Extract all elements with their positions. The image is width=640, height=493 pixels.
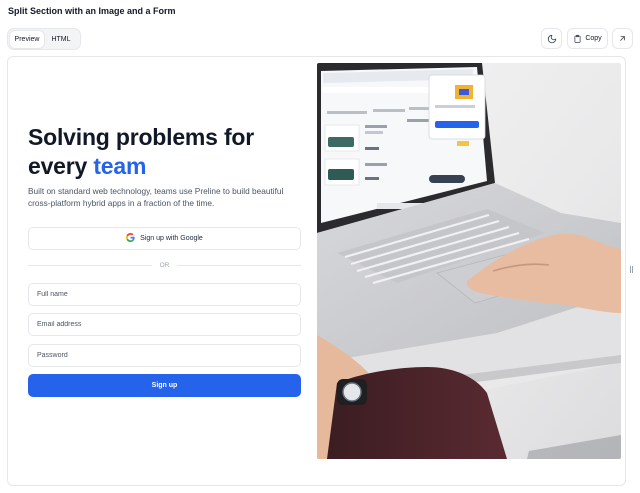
- clipboard-icon: [573, 34, 582, 44]
- tab-html[interactable]: HTML: [44, 31, 78, 48]
- divider-line-right: [177, 264, 301, 266]
- tab-preview[interactable]: Preview: [10, 30, 44, 48]
- copy-button[interactable]: Copy: [567, 28, 608, 49]
- arrow-up-right-icon: [618, 34, 627, 43]
- dark-mode-button[interactable]: [541, 28, 562, 49]
- password-input[interactable]: [28, 344, 301, 367]
- hero-title-line1: Solving problems for: [28, 124, 255, 150]
- signup-button[interactable]: Sign up: [28, 374, 301, 397]
- hero-subtitle: Built on standard web technology, teams …: [28, 186, 284, 208]
- email-input[interactable]: [28, 313, 301, 336]
- page-title: Split Section with an Image and a Form: [8, 6, 176, 16]
- divider-line-left: [28, 264, 152, 266]
- resize-handle[interactable]: [627, 262, 635, 276]
- view-toggle: Preview HTML: [7, 28, 81, 50]
- copy-label: Copy: [585, 35, 602, 42]
- hero-title-line2: every team: [28, 152, 254, 181]
- google-signup-label: Sign up with Google: [140, 235, 203, 242]
- google-signup-button[interactable]: Sign up with Google: [28, 227, 301, 250]
- hero-title-prefix: every: [28, 153, 94, 179]
- hero-title-accent: team: [93, 153, 147, 179]
- moon-icon: [547, 34, 557, 44]
- full-name-input[interactable]: [28, 283, 301, 306]
- hero-image: [317, 63, 621, 459]
- divider-label: OR: [159, 261, 170, 269]
- or-divider: OR: [28, 260, 301, 270]
- google-icon: [126, 233, 135, 244]
- open-external-button[interactable]: [612, 28, 633, 49]
- hero-title: Solving problems for every team: [28, 123, 254, 181]
